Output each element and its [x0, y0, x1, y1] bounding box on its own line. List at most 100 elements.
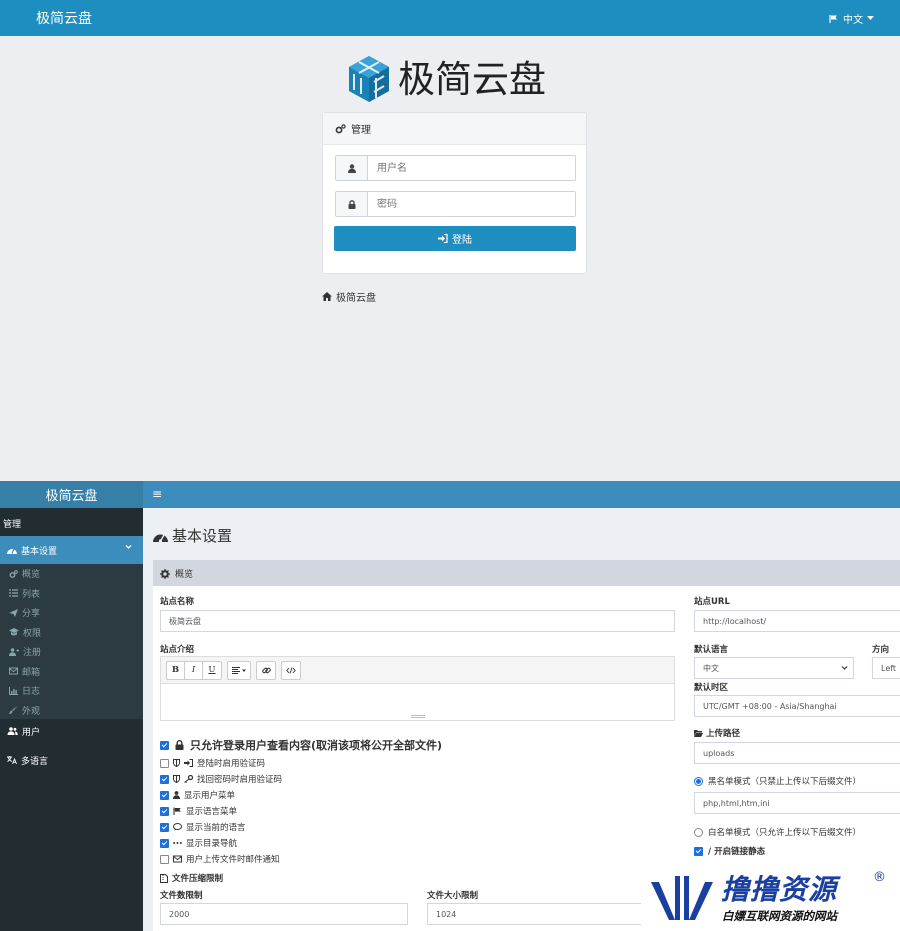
sidebar-subitem-label: 权限: [23, 628, 42, 639]
sidebar-subitem-label: 日志: [22, 687, 41, 698]
key-icon: [184, 775, 193, 783]
checkbox[interactable]: [160, 758, 169, 768]
file-size-label: 文件大小限制: [427, 891, 479, 901]
sidebar-subitem-share[interactable]: 分享: [0, 603, 143, 623]
admin-top-navbar: ≡: [143, 481, 900, 508]
username-input[interactable]: [368, 156, 575, 180]
checkbox-breadcrumb[interactable]: 显示目录导航: [160, 837, 237, 849]
sidebar-item-label: 用户: [22, 727, 41, 738]
admin-brand[interactable]: 极简云盘: [0, 481, 143, 508]
blacklist-extensions-input[interactable]: php,html,htm,ini: [694, 792, 900, 814]
chevron-down-icon: [841, 665, 848, 671]
site-url-input[interactable]: http://localhost/: [694, 610, 900, 632]
watermark-subtitle: 白嫖互联网资源的网站: [722, 909, 837, 923]
language-icon: [7, 756, 17, 764]
underline-button[interactable]: U: [203, 662, 221, 679]
sidebar-subitem-list[interactable]: 列表: [0, 584, 143, 604]
user-icon: [336, 156, 368, 180]
checkbox[interactable]: [160, 790, 169, 800]
static-links-checkbox[interactable]: / 开启链接静态: [694, 845, 765, 857]
comment-icon: [173, 823, 182, 831]
sidebar-subitem-permissions[interactable]: 权限: [0, 623, 143, 643]
link-icon[interactable]: [257, 662, 275, 679]
checkbox[interactable]: [160, 740, 169, 750]
dashboard-icon: [153, 530, 168, 542]
username-group: [335, 155, 576, 181]
language-label: 中文: [843, 15, 863, 26]
checkbox[interactable]: [160, 774, 169, 784]
radio-label: 黑名单模式（只禁止上传以下后缀文件）: [708, 777, 862, 787]
home-link[interactable]: 极简云盘: [322, 289, 376, 304]
checkbox[interactable]: [160, 806, 169, 816]
checkbox-label: 用户上传文件时邮件通知: [186, 855, 280, 865]
gear-icon: [160, 568, 170, 579]
rich-text-editor[interactable]: B I U: [160, 656, 675, 721]
sidebar-subitem-logs[interactable]: 日志: [0, 681, 143, 701]
page-title-text: 基本设置: [172, 527, 233, 545]
sidebar: 管理 基本设置 概览 列表 分享 权限 注册 邮箱 日志 外观 用户 多语言: [0, 508, 143, 931]
box-title: 概览: [175, 570, 194, 580]
checkbox[interactable]: [160, 822, 169, 832]
shield-icon: [173, 775, 180, 783]
sidebar-subitem-overview[interactable]: 概览: [0, 564, 143, 584]
sidebar-item-basic-settings[interactable]: 基本设置: [0, 536, 143, 564]
code-icon[interactable]: [282, 662, 300, 679]
sidebar-item-users[interactable]: 用户: [0, 720, 143, 742]
file-count-input[interactable]: 2000: [160, 903, 408, 925]
sidebar-subitem-email[interactable]: 邮箱: [0, 662, 143, 682]
checkbox-label: 找回密码时启用验证码: [197, 775, 283, 785]
menu-toggle-icon[interactable]: ≡: [152, 487, 162, 501]
whitelist-mode-radio[interactable]: 白名单模式（只允许上传以下后缀文件）: [694, 826, 861, 838]
sidebar-item-languages[interactable]: 多语言: [0, 749, 143, 771]
checkbox[interactable]: [160, 854, 169, 864]
envelope-icon: [173, 855, 182, 863]
upload-path-input[interactable]: uploads: [694, 742, 900, 764]
flag-icon: [829, 14, 839, 24]
checkbox-language-menu[interactable]: 显示语言菜单: [160, 805, 237, 817]
login-required-checkbox[interactable]: 只允许登录用户查看内容(取消该项将公开全部文件): [160, 737, 442, 753]
graduation-cap-icon: [9, 628, 19, 636]
logo: 极简云盘: [346, 54, 546, 104]
sidebar-subitem-register[interactable]: 注册: [0, 642, 143, 662]
checkbox-label: 显示目录导航: [186, 839, 238, 849]
checkbox[interactable]: [160, 838, 169, 848]
timezone-select[interactable]: UTC/GMT +08:00 - Asia/Shanghai: [694, 695, 900, 717]
folder-open-icon: [694, 729, 703, 737]
radio[interactable]: [694, 776, 703, 786]
flag-icon: [173, 807, 182, 815]
radio[interactable]: [694, 827, 703, 837]
align-dropdown-button[interactable]: [228, 662, 250, 679]
checkbox-user-menu[interactable]: 显示用户菜单: [160, 789, 235, 801]
language-dropdown[interactable]: 中文: [829, 11, 874, 26]
italic-button[interactable]: I: [185, 661, 203, 679]
sidebar-submenu: 概览 列表 分享 权限 注册 邮箱 日志 外观: [0, 564, 143, 719]
bold-button[interactable]: B: [167, 661, 185, 679]
logo-text: 极简云盘: [398, 57, 546, 101]
user-plus-icon: [9, 647, 19, 656]
checkbox-recover-captcha[interactable]: 找回密码时启用验证码: [160, 773, 282, 785]
site-name-input[interactable]: 极简云盘: [160, 610, 675, 632]
ellipsis-icon: [173, 839, 182, 847]
sidebar-subitem-label: 概览: [22, 570, 41, 581]
checkbox-upload-email[interactable]: 用户上传文件时邮件通知: [160, 853, 280, 865]
sidebar-header: 管理: [3, 520, 22, 530]
select-value: 中文: [703, 663, 719, 673]
password-input[interactable]: [368, 192, 575, 216]
direction-select[interactable]: Left: [872, 657, 900, 679]
cogs-icon: [335, 123, 346, 134]
app-title[interactable]: 极简云盘: [36, 8, 92, 28]
password-group: [335, 191, 576, 217]
checkbox[interactable]: [694, 846, 703, 856]
panel-header: 管理: [323, 113, 586, 145]
lock-icon: [336, 192, 368, 216]
checkbox-login-captcha[interactable]: 登陆时启用验证码: [160, 757, 265, 769]
file-count-label: 文件数限制: [160, 891, 203, 901]
file-size-input[interactable]: 1024: [427, 903, 675, 925]
default-language-select[interactable]: 中文: [694, 657, 854, 679]
blacklist-mode-radio[interactable]: 黑名单模式（只禁止上传以下后缀文件）: [694, 775, 861, 787]
login-button[interactable]: 登陆: [334, 226, 576, 251]
watermark-title: 撸撸资源: [721, 873, 838, 906]
resize-handle[interactable]: [411, 715, 425, 718]
sidebar-subitem-appearance[interactable]: 外观: [0, 701, 143, 721]
checkbox-current-language[interactable]: 显示当前的语言: [160, 821, 246, 833]
